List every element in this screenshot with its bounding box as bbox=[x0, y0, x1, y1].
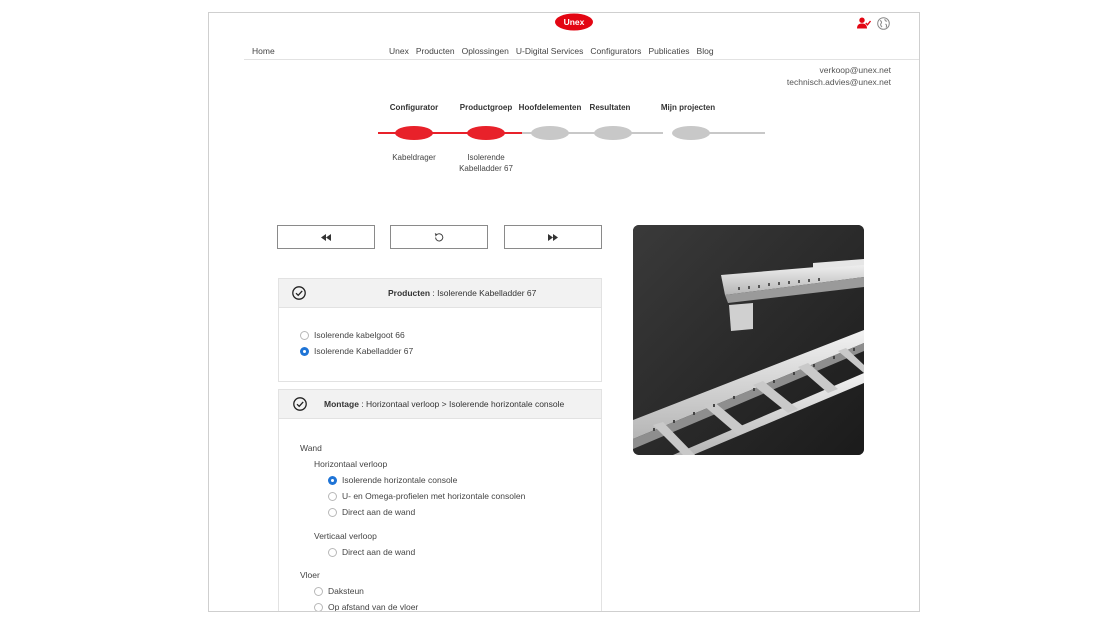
montage-panel: Montage : Horizontaal verloop > Isoleren… bbox=[278, 389, 602, 612]
montage-option-direct-wand-verticaal[interactable]: Direct aan de wand bbox=[328, 547, 415, 557]
tech-email-link[interactable]: technisch.advies@unex.net bbox=[787, 76, 891, 88]
group-wand: Wand bbox=[300, 443, 322, 453]
montage-option-horizontale-console[interactable]: Isolerende horizontale console bbox=[328, 475, 457, 485]
products-panel-header[interactable]: Producten : Isolerende Kabelladder 67 bbox=[279, 279, 601, 308]
products-title-value: : Isolerende Kabelladder 67 bbox=[430, 288, 537, 298]
option-label: Isolerende Kabelladder 67 bbox=[314, 346, 414, 356]
nav-item-oplossingen[interactable]: Oplossingen bbox=[462, 46, 509, 56]
page-frame: Unex Home Unex Producten Oplossingen U-Digi… bbox=[208, 12, 920, 612]
logo-text: Unex bbox=[564, 17, 585, 27]
step-label-hoofdelementen[interactable]: Hoofdelementen bbox=[519, 103, 582, 112]
step-value-productgroep-line2: Kabelladder 67 bbox=[459, 164, 513, 173]
radio-button[interactable] bbox=[328, 507, 337, 517]
montage-option-op-afstand-vloer[interactable]: Op afstand van de vloer bbox=[314, 602, 419, 612]
nav-home[interactable]: Home bbox=[252, 46, 275, 56]
radio-button[interactable] bbox=[328, 491, 337, 501]
radio-button[interactable] bbox=[314, 586, 323, 596]
step-dot-configurator[interactable] bbox=[395, 126, 433, 140]
user-check-icon[interactable] bbox=[857, 17, 871, 29]
nav-item-blog[interactable]: Blog bbox=[697, 46, 714, 56]
option-label: Daksteun bbox=[328, 586, 364, 596]
step-label-mijn-projecten[interactable]: Mijn projecten bbox=[661, 103, 715, 112]
radio-button[interactable] bbox=[314, 602, 323, 611]
product-option-kabelgoot-66[interactable]: Isolerende kabelgoot 66 bbox=[300, 330, 405, 340]
nav-item-publicaties[interactable]: Publicaties bbox=[648, 46, 689, 56]
montage-panel-header[interactable]: Montage : Horizontaal verloop > Isoleren… bbox=[279, 390, 601, 419]
main-nav: Home Unex Producten Oplossingen U-Digital S… bbox=[244, 46, 919, 60]
group-vloer: Vloer bbox=[300, 570, 320, 580]
reset-button[interactable] bbox=[390, 225, 488, 249]
step-dot-resultaten[interactable] bbox=[594, 126, 632, 140]
step-dot-mijn-projecten[interactable] bbox=[672, 126, 710, 140]
check-circle-icon bbox=[293, 397, 307, 411]
undo-icon bbox=[434, 233, 444, 242]
forward-button[interactable] bbox=[504, 225, 602, 249]
montage-title-value: : Horizontaal verloop > Isolerende horiz… bbox=[358, 399, 565, 409]
unex-logo[interactable]: Unex bbox=[554, 13, 594, 31]
fast-forward-icon bbox=[548, 233, 558, 241]
option-label: Isolerende kabelgoot 66 bbox=[314, 330, 405, 340]
products-panel-title: Producten : Isolerende Kabelladder 67 bbox=[388, 288, 536, 298]
step-value-productgroep-line1: Isolerende bbox=[467, 153, 505, 162]
step-label-resultaten[interactable]: Resultaten bbox=[590, 103, 631, 112]
contact-info: verkoop@unex.net technisch.advies@unex.n… bbox=[787, 64, 891, 88]
radio-button[interactable] bbox=[328, 547, 337, 557]
products-panel: Producten : Isolerende Kabelladder 67 Is… bbox=[278, 278, 602, 382]
step-label-productgroep[interactable]: Productgroep bbox=[460, 103, 512, 112]
nav-menu: Unex Producten Oplossingen U-Digital Servic… bbox=[389, 46, 721, 56]
radio-button-selected[interactable] bbox=[328, 475, 337, 485]
back-button[interactable] bbox=[277, 225, 375, 249]
subgroup-verticaal: Verticaal verloop bbox=[314, 531, 377, 541]
montage-title-bold: Montage bbox=[324, 399, 359, 409]
cable-ladder-illustration bbox=[633, 225, 864, 455]
option-label: Op afstand van de vloer bbox=[328, 602, 419, 612]
option-label: U- en Omega-profielen met horizontale co… bbox=[342, 491, 526, 501]
step-value-productgroep: Isolerende Kabelladder 67 bbox=[459, 152, 513, 174]
nav-item-u-digital-services[interactable]: U-Digital Services bbox=[516, 46, 584, 56]
radio-button-selected[interactable] bbox=[300, 346, 309, 356]
nav-item-configurators[interactable]: Configurators bbox=[590, 46, 641, 56]
step-dot-productgroep[interactable] bbox=[467, 126, 505, 140]
products-title-bold: Producten bbox=[388, 288, 431, 298]
step-dot-hoofdelementen[interactable] bbox=[531, 126, 569, 140]
nav-item-producten[interactable]: Producten bbox=[416, 46, 455, 56]
montage-option-u-omega-profielen[interactable]: U- en Omega-profielen met horizontale co… bbox=[328, 491, 525, 501]
radio-button[interactable] bbox=[300, 330, 309, 340]
montage-option-direct-wand-horizontaal[interactable]: Direct aan de wand bbox=[328, 507, 415, 517]
globe-icon[interactable] bbox=[877, 17, 890, 30]
option-label: Direct aan de wand bbox=[342, 507, 416, 517]
check-circle-icon bbox=[292, 286, 306, 300]
nav-item-unex[interactable]: Unex bbox=[389, 46, 409, 56]
product-image bbox=[633, 225, 864, 455]
option-label: Isolerende horizontale console bbox=[342, 475, 458, 485]
montage-option-daksteun[interactable]: Daksteun bbox=[314, 586, 364, 596]
sales-email-link[interactable]: verkoop@unex.net bbox=[787, 64, 891, 76]
montage-panel-title: Montage : Horizontaal verloop > Isoleren… bbox=[324, 399, 564, 409]
product-option-kabelladder-67[interactable]: Isolerende Kabelladder 67 bbox=[300, 346, 413, 356]
option-label: Direct aan de wand bbox=[342, 547, 416, 557]
step-label-configurator[interactable]: Configurator bbox=[390, 103, 438, 112]
rewind-icon bbox=[321, 233, 331, 241]
step-progress: Configurator Productgroep Hoofdelementen… bbox=[359, 103, 779, 193]
step-value-configurator: Kabeldrager bbox=[392, 153, 436, 162]
subgroup-horizontaal: Horizontaal verloop bbox=[314, 459, 388, 469]
